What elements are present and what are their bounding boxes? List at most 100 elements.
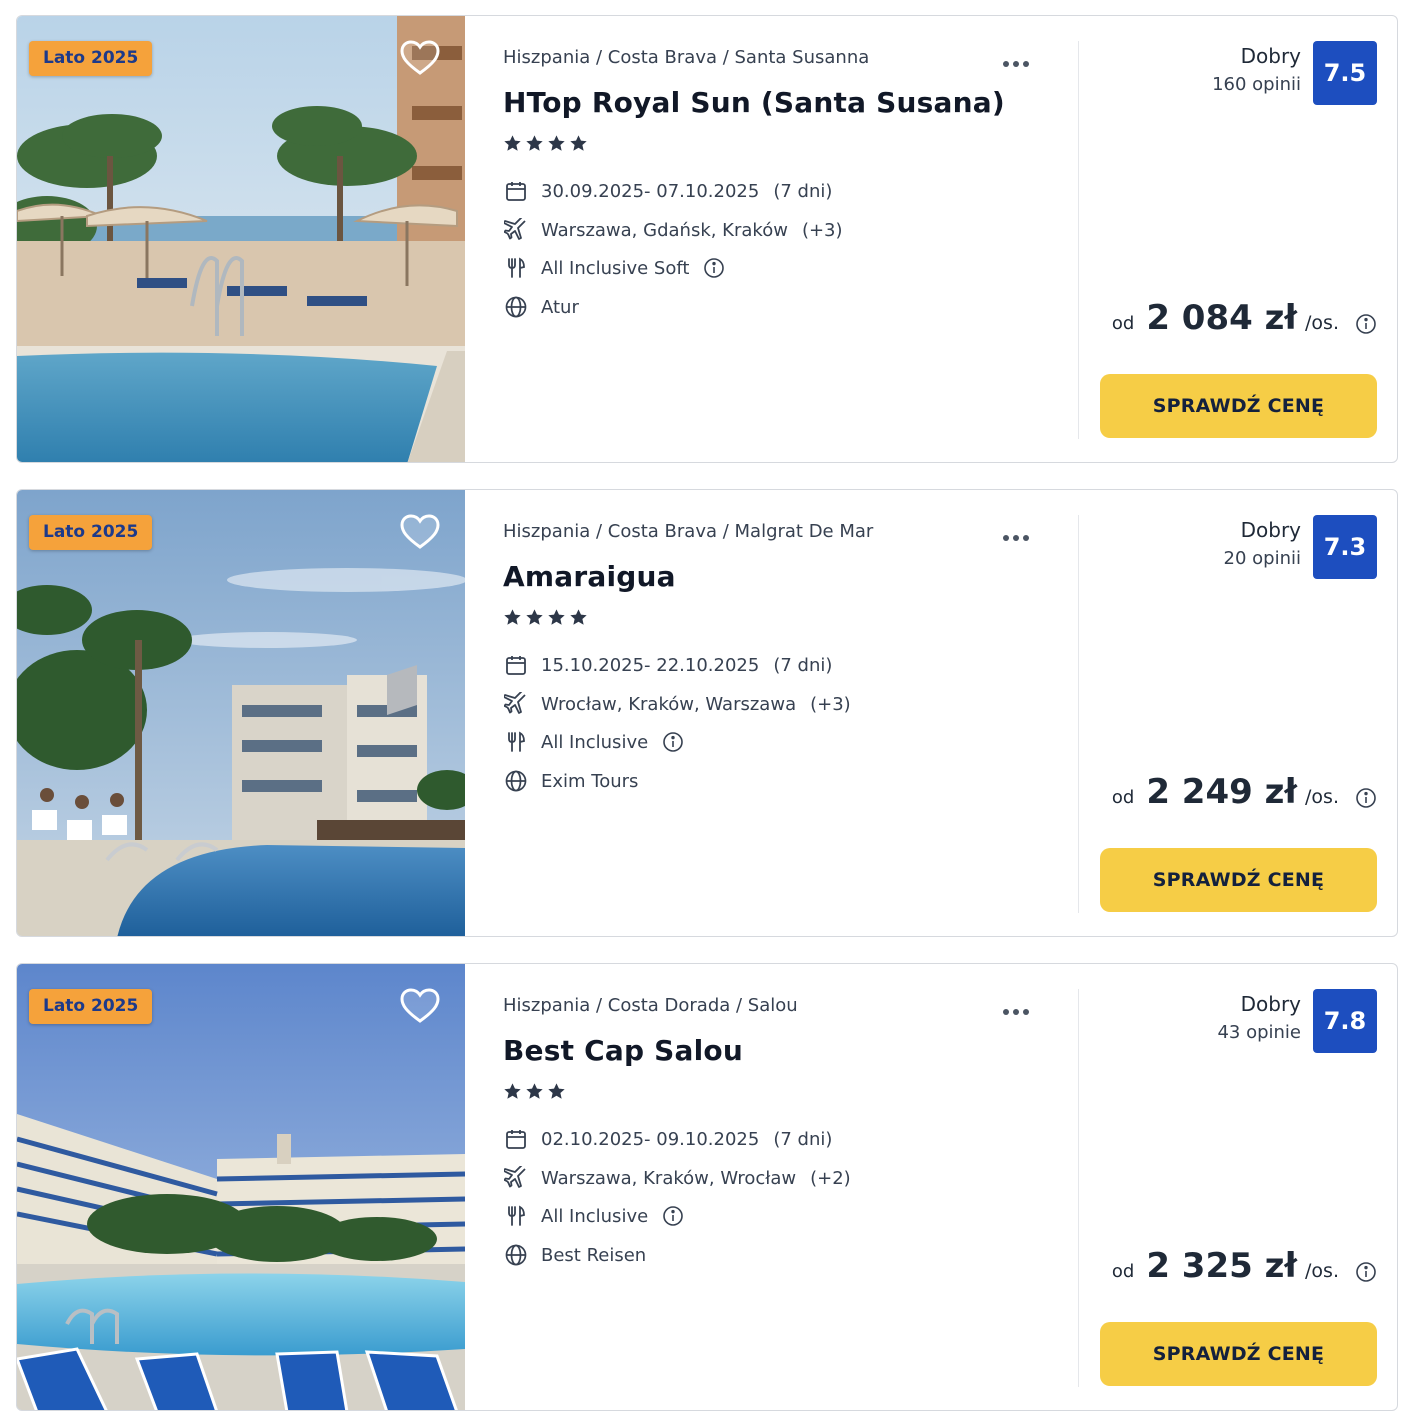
- board-row: All Inclusive Soft: [503, 255, 725, 281]
- price-suffix: /os.: [1305, 312, 1339, 334]
- check-price-button[interactable]: SPRAWDŹ CENĘ: [1100, 374, 1377, 438]
- reviews-count[interactable]: 160 opinii: [1212, 74, 1301, 95]
- travel-duration: (7 dni): [773, 180, 833, 202]
- star-icon: [548, 135, 565, 151]
- location-breadcrumb[interactable]: Hiszpania / Costa Dorada / Salou: [503, 995, 798, 1016]
- hotel-stars: [503, 1082, 566, 1102]
- plane-icon: [503, 1165, 529, 1191]
- offer-list: Lato 2025 Hiszpania / Costa Brava / Sant…: [0, 0, 1414, 1422]
- departure-more-count[interactable]: (+3): [802, 220, 843, 241]
- season-badge: Lato 2025: [29, 989, 153, 1024]
- star-icon: [526, 135, 543, 151]
- star-icon: [526, 609, 543, 625]
- board-row: All Inclusive: [503, 1203, 684, 1229]
- offer-card[interactable]: Lato 2025 Hiszpania / Costa Brava / Malg…: [16, 489, 1398, 937]
- reviews-count[interactable]: 43 opinie: [1217, 1022, 1301, 1043]
- departure-cities: Warszawa, Kraków, Wrocław: [541, 1167, 797, 1189]
- offer-card[interactable]: Lato 2025 Hiszpania / Costa Dorada / Sal…: [16, 963, 1398, 1411]
- travel-dates: 30.09.2025- 07.10.2025: [541, 180, 760, 202]
- check-price-button[interactable]: SPRAWDŹ CENĘ: [1100, 848, 1377, 912]
- star-icon: [570, 135, 587, 151]
- hotel-photo[interactable]: Lato 2025: [17, 16, 465, 462]
- hotel-image: [17, 964, 465, 1410]
- travel-dates: 02.10.2025- 09.10.2025: [541, 1128, 760, 1150]
- location-breadcrumb[interactable]: Hiszpania / Costa Brava / Santa Susanna: [503, 47, 869, 68]
- star-icon: [548, 609, 565, 625]
- hotel-name[interactable]: HTop Royal Sun (Santa Susana): [503, 86, 1005, 119]
- more-options-icon[interactable]: [1003, 526, 1039, 542]
- operator-row: Best Reisen: [503, 1242, 646, 1268]
- more-options-icon[interactable]: [1003, 52, 1039, 68]
- price-info-icon[interactable]: [1355, 1261, 1377, 1283]
- price-prefix: od: [1111, 1261, 1135, 1282]
- globe-icon: [503, 768, 529, 794]
- plane-icon: [503, 691, 529, 717]
- price-suffix: /os.: [1305, 1260, 1339, 1282]
- hotel-stars: [503, 134, 588, 154]
- term-row: 15.10.2025- 22.10.2025 (7 dni): [503, 652, 832, 678]
- board-info-icon[interactable]: [662, 731, 684, 753]
- more-options-icon[interactable]: [1003, 1000, 1039, 1016]
- hotel-name[interactable]: Amaraigua: [503, 560, 676, 593]
- season-badge: Lato 2025: [29, 41, 153, 76]
- column-divider: [1078, 989, 1079, 1387]
- price-amount: 2 325 zł: [1146, 1246, 1298, 1286]
- price-block: od 2 249 zł /os.: [1112, 772, 1339, 812]
- rating-score-badge: 7.5: [1313, 41, 1377, 105]
- price-info-icon[interactable]: [1355, 787, 1377, 809]
- offer-card[interactable]: Lato 2025 Hiszpania / Costa Brava / Sant…: [16, 15, 1398, 463]
- rating-label: Dobry: [1240, 992, 1301, 1016]
- board-info-icon[interactable]: [662, 1205, 684, 1227]
- price-amount: 2 084 zł: [1146, 298, 1298, 338]
- check-price-button[interactable]: SPRAWDŹ CENĘ: [1100, 1322, 1377, 1386]
- star-icon: [504, 1083, 521, 1099]
- price-amount: 2 249 zł: [1146, 772, 1298, 812]
- rating-label: Dobry: [1240, 44, 1301, 68]
- hotel-photo[interactable]: Lato 2025: [17, 490, 465, 936]
- season-badge: Lato 2025: [29, 515, 153, 550]
- departure-more-count[interactable]: (+3): [810, 694, 851, 715]
- location-breadcrumb[interactable]: Hiszpania / Costa Brava / Malgrat De Mar: [503, 521, 873, 542]
- term-row: 30.09.2025- 07.10.2025 (7 dni): [503, 178, 832, 204]
- price-block: od 2 084 zł /os.: [1112, 298, 1339, 338]
- rating-score-badge: 7.3: [1313, 515, 1377, 579]
- departure-row: Wrocław, Kraków, Warszawa (+3): [503, 691, 851, 717]
- departure-more-count[interactable]: (+2): [810, 1168, 851, 1189]
- cutlery-icon: [503, 255, 529, 281]
- offer-info: Hiszpania / Costa Brava / Santa Susanna …: [503, 16, 1063, 462]
- cutlery-icon: [503, 729, 529, 755]
- calendar-icon: [503, 652, 529, 678]
- offer-info: Hiszpania / Costa Dorada / Salou Best Ca…: [503, 964, 1063, 1410]
- board-info-icon[interactable]: [703, 257, 725, 279]
- hotel-image: [17, 16, 465, 462]
- favorite-heart-icon[interactable]: [400, 988, 440, 1024]
- hotel-stars: [503, 608, 588, 628]
- board-type: All Inclusive: [541, 1205, 649, 1227]
- hotel-image: [17, 490, 465, 936]
- hotel-photo[interactable]: Lato 2025: [17, 964, 465, 1410]
- reviews-count[interactable]: 20 opinii: [1224, 548, 1301, 569]
- operator-row: Atur: [503, 294, 579, 320]
- column-divider: [1078, 515, 1079, 913]
- rating-score-badge: 7.8: [1313, 989, 1377, 1053]
- tour-operator: Exim Tours: [541, 770, 639, 792]
- board-row: All Inclusive: [503, 729, 684, 755]
- column-divider: [1078, 41, 1079, 439]
- travel-duration: (7 dni): [773, 1128, 833, 1150]
- travel-dates: 15.10.2025- 22.10.2025: [541, 654, 760, 676]
- operator-row: Exim Tours: [503, 768, 638, 794]
- favorite-heart-icon[interactable]: [400, 40, 440, 76]
- star-icon: [526, 1083, 543, 1099]
- calendar-icon: [503, 1126, 529, 1152]
- star-icon: [504, 135, 521, 151]
- tour-operator: Atur: [541, 296, 579, 318]
- hotel-name[interactable]: Best Cap Salou: [503, 1034, 743, 1067]
- departure-cities: Wrocław, Kraków, Warszawa: [541, 693, 797, 715]
- plane-icon: [503, 217, 529, 243]
- travel-duration: (7 dni): [773, 654, 833, 676]
- cutlery-icon: [503, 1203, 529, 1229]
- favorite-heart-icon[interactable]: [400, 514, 440, 550]
- departure-row: Warszawa, Kraków, Wrocław (+2): [503, 1165, 851, 1191]
- price-prefix: od: [1111, 313, 1135, 334]
- price-info-icon[interactable]: [1355, 313, 1377, 335]
